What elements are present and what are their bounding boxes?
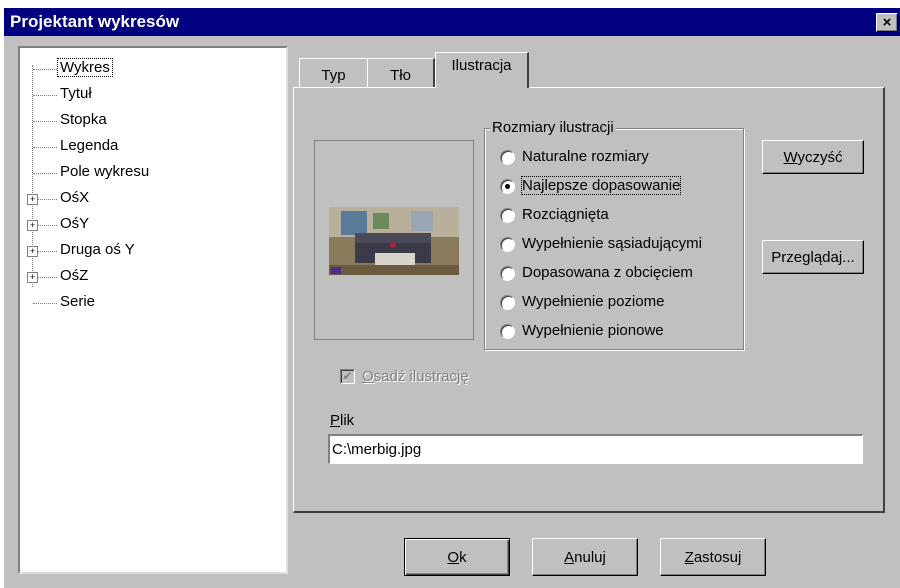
window-title: Projektant wykresów xyxy=(10,12,180,31)
radio-circle-icon[interactable] xyxy=(500,295,515,310)
plus-box-icon[interactable]: + xyxy=(27,220,38,231)
tab-typ[interactable]: Typ xyxy=(299,58,369,88)
plus-box-icon[interactable]: + xyxy=(27,272,38,283)
tab-tlo[interactable]: Tło xyxy=(367,58,435,88)
tree-item-label: Legenda xyxy=(60,137,119,154)
close-icon[interactable]: × xyxy=(876,13,898,32)
tab-ilustracja[interactable]: Ilustracja xyxy=(435,52,529,88)
file-path-input[interactable] xyxy=(328,434,863,464)
size-option-label: Rozciągnięta xyxy=(522,206,609,223)
clear-button[interactable]: Wyczyść xyxy=(762,140,864,174)
size-option-label: Najlepsze dopasowanie xyxy=(520,176,682,195)
file-label: Plik xyxy=(330,412,355,429)
tree-connector xyxy=(33,69,57,70)
tree-item-label: Wykres xyxy=(57,58,113,77)
size-option-label: Wypełnienie pionowe xyxy=(522,322,664,339)
apply-button[interactable]: Zastosuj xyxy=(660,538,766,576)
radio-circle-icon[interactable] xyxy=(500,208,515,223)
image-thumbnail xyxy=(329,207,459,275)
radio-circle-icon[interactable] xyxy=(500,150,515,165)
tree-item-label: OśZ xyxy=(60,267,89,284)
title-bar: Projektant wykresów × xyxy=(4,8,900,36)
ok-button[interactable]: Ok xyxy=(404,538,510,576)
size-option-label: Dopasowana z obcięciem xyxy=(522,264,693,281)
tree-item-label: Serie xyxy=(60,293,96,310)
embed-checkbox[interactable]: ✔ xyxy=(340,369,355,384)
radio-circle-icon[interactable] xyxy=(500,179,515,194)
tree-connector xyxy=(33,147,57,148)
radio-circle-icon[interactable] xyxy=(500,237,515,252)
embed-checkbox-label: Osadź ilustrację xyxy=(362,368,469,385)
tree-item-label: Tytuł xyxy=(60,85,92,102)
tree-view[interactable]: Wykres Tytuł Stopka Legenda Pole wykresu + OśX… xyxy=(18,46,288,574)
image-preview xyxy=(314,140,474,340)
size-option-label: Wypełnienie sąsiadującymi xyxy=(522,235,702,252)
plus-box-icon[interactable]: + xyxy=(27,194,38,205)
cancel-button[interactable]: Anuluj xyxy=(532,538,638,576)
tree-item-label: Druga oś Y xyxy=(60,241,135,258)
browse-button[interactable]: Przeglądaj... xyxy=(762,240,864,274)
image-size-group-title: Rozmiary ilustracji xyxy=(490,119,616,136)
tree-connector xyxy=(33,303,57,304)
tree-item-label: OśY xyxy=(60,215,90,232)
tree-item-label: Pole wykresu xyxy=(60,163,150,180)
size-option-label: Wypełnienie poziome xyxy=(522,293,665,310)
tree-item-label: Stopka xyxy=(60,111,107,128)
tree-item-label: OśX xyxy=(60,189,90,206)
size-option-label: Naturalne rozmiary xyxy=(522,148,649,165)
tree-connector xyxy=(33,95,57,96)
radio-circle-icon[interactable] xyxy=(500,266,515,281)
radio-circle-icon[interactable] xyxy=(500,324,515,339)
tree-connector xyxy=(33,173,57,174)
plus-box-icon[interactable]: + xyxy=(27,246,38,257)
tree-connector xyxy=(33,121,57,122)
